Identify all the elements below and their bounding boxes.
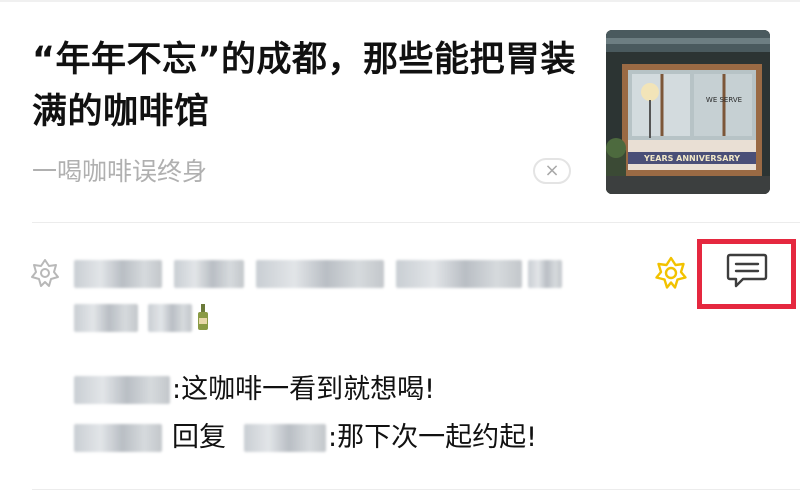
- blurred-friend-name: [148, 304, 192, 332]
- comment-icon[interactable]: [725, 251, 769, 291]
- reply-item[interactable]: 回复: [172, 419, 226, 457]
- blurred-friend-name: [528, 260, 562, 288]
- blurred-commenter-name: [74, 424, 162, 452]
- article-source[interactable]: 一喝咖啡误终身: [32, 154, 207, 190]
- article-title[interactable]: “年年不忘”的成都，那些能把胃装满的咖啡馆: [32, 34, 584, 138]
- blurred-friend-name: [396, 260, 522, 288]
- blurred-friend-name: [256, 260, 384, 288]
- card-divider: [32, 222, 800, 223]
- comment-text: 那下次一起约起!: [337, 422, 537, 453]
- anniversary-banner-text: YEARS ANNIVERSARY: [643, 154, 740, 163]
- friends-wow-outline-icon: [31, 259, 59, 287]
- blurred-friend-name: [74, 260, 162, 288]
- close-icon: ×: [544, 160, 560, 181]
- dismiss-button[interactable]: ×: [533, 158, 571, 184]
- wow-icon[interactable]: [654, 256, 688, 290]
- blurred-friend-name: [174, 260, 244, 288]
- storefront-sign-text: WE SERVE: [706, 96, 742, 104]
- blurred-commenter-name: [74, 376, 170, 404]
- reply-text-line[interactable]: :那下次一起约起!: [328, 419, 537, 457]
- comment-text: 这咖啡一看到就想喝!: [181, 374, 435, 405]
- reply-colon: :: [328, 422, 338, 453]
- reply-label: 回复: [172, 422, 226, 453]
- blurred-friend-name: [74, 304, 138, 332]
- blurred-reply-target-name: [244, 424, 326, 452]
- bottle-emoji-icon: [198, 304, 208, 330]
- bottom-divider: [32, 489, 800, 490]
- article-thumbnail[interactable]: WE SERVE YEARS ANNIVERSARY: [606, 30, 770, 194]
- article-card[interactable]: “年年不忘”的成都，那些能把胃装满的咖啡馆 一喝咖啡误终身 × WE SERVE…: [0, 0, 800, 222]
- feed-page: “年年不忘”的成都，那些能把胃装满的咖啡馆 一喝咖啡误终身 × WE SERVE…: [0, 0, 800, 501]
- comment-item[interactable]: :这咖啡一看到就想喝!: [172, 371, 435, 409]
- comment-colon: :: [172, 374, 182, 405]
- cafe-storefront-image: WE SERVE YEARS ANNIVERSARY: [606, 30, 770, 194]
